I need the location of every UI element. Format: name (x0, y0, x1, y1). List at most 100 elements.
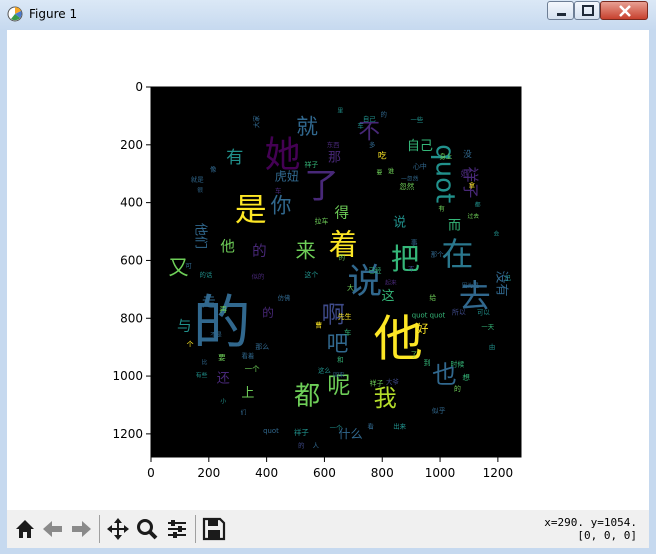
wordcloud-word: 还 (217, 371, 230, 386)
wordcloud-word: 而 (448, 218, 461, 233)
wordcloud-word: 祥子 (294, 427, 309, 437)
wordcloud-word: 小 (220, 397, 226, 405)
wordcloud-word: 的 (298, 440, 304, 449)
wordcloud-word: 一个 (330, 424, 343, 432)
maximize-button[interactable] (574, 1, 600, 20)
wordcloud-word: quot (263, 427, 279, 435)
wordcloud-word: 不 (408, 265, 415, 273)
pan-button[interactable] (105, 516, 131, 542)
wordcloud-word: 心中 (413, 161, 427, 170)
wordcloud-word: 都 (294, 381, 320, 411)
zoom-button[interactable] (134, 516, 160, 542)
wordcloud-word: 有 (226, 148, 243, 168)
configure-subplots-button[interactable] (164, 516, 190, 542)
wordcloud-word: 祥子 (370, 378, 384, 387)
wordcloud-word: 先生 (338, 312, 352, 321)
home-button[interactable] (12, 516, 38, 542)
wordcloud-word: 自己 (363, 114, 376, 123)
wordcloud-word: 出来 (393, 422, 406, 431)
wordcloud-word: 那么 (255, 343, 269, 351)
wordcloud-word: 她 (461, 169, 469, 179)
wordcloud-word: 再 (220, 305, 228, 314)
wordcloud-word: 给 (429, 293, 436, 302)
arrow-left-icon (43, 521, 62, 537)
move-arrows-icon (107, 518, 129, 540)
wordcloud-word: 的话 (200, 270, 213, 279)
window-frame-right (649, 30, 656, 554)
coords-rgb: [0, 0, 0] (577, 529, 637, 542)
wordcloud-word: 的 (252, 243, 267, 260)
wordcloud-word: 就 (296, 115, 318, 140)
figure-canvas[interactable]: 的他她说去了是在把着 quot 都我也呢啊吧就不你来祥子又有自己 虎妞那得他们他的走与… (7, 30, 649, 510)
wordcloud-word: 所以 (452, 307, 466, 316)
window-title: Figure 1 (29, 7, 78, 21)
wordcloud-word: 了 (411, 350, 417, 358)
x-tick-label: 1200 (483, 466, 514, 480)
arrow-right-icon (72, 521, 91, 537)
floppy-disk-icon (202, 517, 226, 541)
wordcloud-word: 起来 (385, 279, 397, 287)
wordcloud-word: 得 (335, 205, 350, 222)
save-button[interactable] (201, 516, 227, 542)
wordcloud-word: 会 (494, 229, 500, 237)
wordcloud-word: quot quot (412, 311, 446, 319)
maximize-icon (582, 5, 594, 16)
window-frame-left (0, 30, 7, 554)
wordcloud-word: 身上 (439, 151, 452, 160)
plot-svg[interactable]: 的他她说 去了是在把着quot都 我也呢啊吧就 不你来祥子又有自己虎妞那得他们他的走与… (7, 30, 649, 510)
wordcloud-word: 虎妞 (275, 170, 299, 184)
back-button[interactable] (40, 516, 66, 542)
wordcloud-word: 他们 (193, 223, 208, 249)
wordcloud-word: 说 (393, 215, 406, 230)
minimize-icon (557, 13, 566, 16)
wordcloud-word: 一忽然 (401, 175, 419, 183)
close-button[interactable] (600, 1, 648, 20)
x-tick-label: 1000 (425, 466, 456, 480)
wordcloud-word: 的 (454, 384, 461, 393)
y-tick-label: 0 (135, 80, 143, 94)
wordcloud-word: 一些 (411, 115, 424, 124)
x-axis-ticks: 0 200 400 600 800 1000 1200 (147, 457, 513, 480)
forward-button[interactable] (68, 516, 94, 542)
navigation-toolbar: x=290. y=1054. [0, 0, 0] (7, 510, 649, 548)
wordcloud-word: 忽然 (399, 181, 414, 191)
wordcloud-word: 已经 (369, 266, 382, 275)
wordcloud-word: 仿佛 (278, 293, 291, 302)
wordcloud-word: 有 (438, 203, 444, 212)
wordcloud-word: 我 (374, 386, 397, 412)
wordcloud-word: 不是 (210, 332, 222, 339)
wordcloud-word: 想 (462, 372, 470, 382)
wordcloud-word: 已 (505, 274, 512, 282)
matplotlib-app-icon (7, 6, 23, 22)
x-tick-label: 0 (147, 466, 155, 480)
wordcloud-word: 就是 (191, 175, 204, 184)
wordcloud-word: 是 (235, 191, 267, 228)
wordcloud-word: 走 (202, 294, 216, 310)
wordcloud-word: 似乎 (432, 406, 446, 415)
wordcloud-word: 一天 (481, 323, 494, 331)
wordcloud-word: 多 (369, 140, 376, 149)
wordcloud-word: 大爷 (386, 377, 399, 386)
y-tick-label: 600 (120, 253, 143, 267)
wordcloud-word: 车 (344, 327, 352, 337)
wordcloud-word: 上 (241, 386, 254, 401)
wordcloud-word: 与 (177, 318, 192, 335)
wordcloud-word: 他 (220, 238, 235, 255)
toolbar-separator (99, 515, 100, 543)
wordcloud-word: 里 (337, 108, 343, 115)
wordcloud-word: 了 (304, 167, 339, 207)
sliders-icon (168, 520, 186, 538)
wordcloud-word: 好 (417, 321, 429, 335)
wordcloud-word: 车 (275, 186, 282, 195)
wordcloud-word: 祥子 (305, 160, 319, 169)
wordcloud-word: 这 (382, 288, 395, 304)
y-tick-label: 1200 (112, 427, 143, 441)
wordcloud-word: 个 (187, 340, 194, 348)
wordcloud-word: 比 (202, 358, 208, 366)
minimize-button[interactable] (547, 1, 574, 20)
wordcloud-word: 你 (271, 194, 292, 218)
wordcloud-word: 没 (463, 149, 472, 160)
wordcloud-word: 谁 (388, 166, 395, 175)
wordcloud-word: 拉车 (315, 216, 329, 225)
close-icon (619, 5, 631, 17)
